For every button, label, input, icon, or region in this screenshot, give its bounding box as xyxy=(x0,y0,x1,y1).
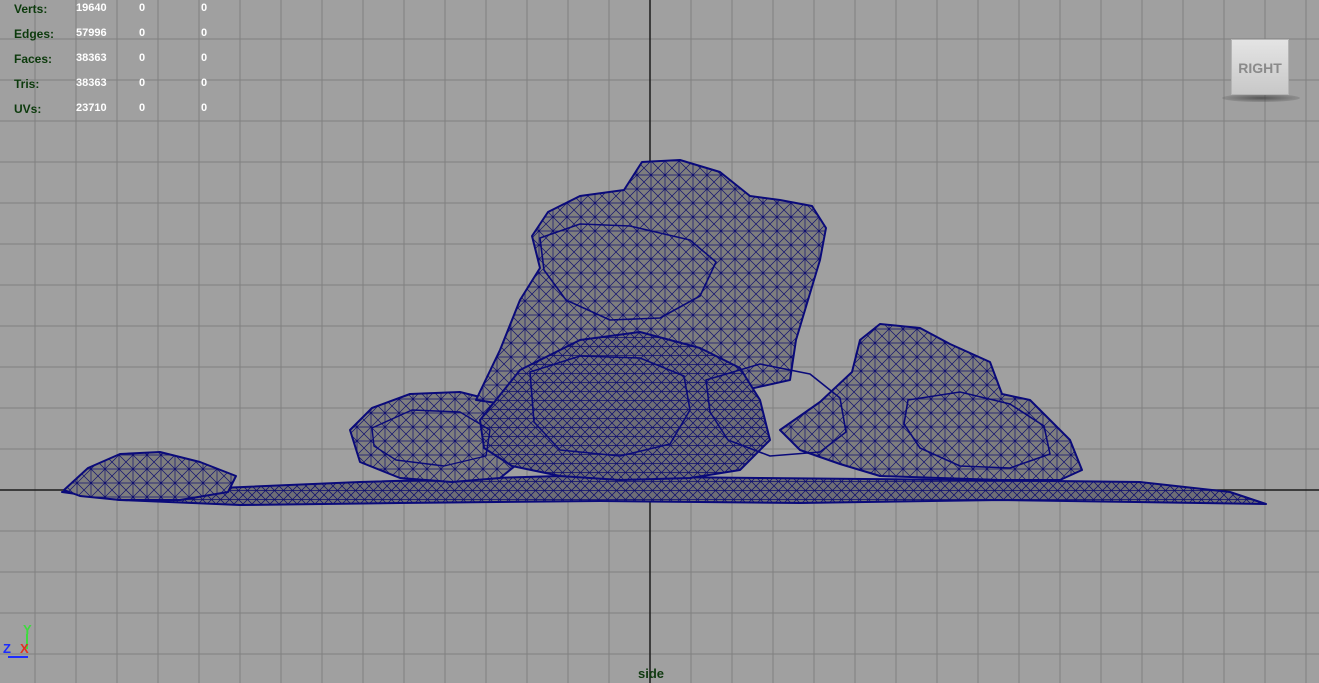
view-cube-shadow xyxy=(1222,94,1300,102)
axis-y-label: Y xyxy=(23,622,32,637)
hud-value: 0 xyxy=(139,102,146,114)
hud-label: Verts: xyxy=(14,2,48,16)
hud-value: 38363 xyxy=(76,52,107,64)
hud-row: Verts: 19640 0 0 xyxy=(0,0,230,25)
hud-value: 0 xyxy=(139,2,146,14)
hud-value: 0 xyxy=(201,77,208,89)
hud-row: Faces: 38363 0 0 xyxy=(0,50,230,75)
hud-value: 0 xyxy=(139,27,146,39)
hud-row: UVs: 23710 0 0 xyxy=(0,100,230,125)
hud-value: 19640 xyxy=(76,2,107,14)
hud-value: 38363 xyxy=(76,77,107,89)
hud-value: 57996 xyxy=(76,27,107,39)
view-cube[interactable]: RIGHT xyxy=(1231,39,1289,95)
hud-value: 0 xyxy=(201,102,208,114)
axis-z-stem xyxy=(8,656,28,658)
hud-label: Tris: xyxy=(14,77,40,91)
camera-name-label: side xyxy=(638,666,665,681)
mesh-right-rock xyxy=(779,323,1083,481)
rock-mesh-wireframe[interactable] xyxy=(61,159,1267,506)
axis-gizmo: Y Z X xyxy=(0,620,40,660)
hud-value: 23710 xyxy=(76,102,107,114)
hud-row: Edges: 57996 0 0 xyxy=(0,25,230,50)
hud-value: 0 xyxy=(201,2,208,14)
hud-value: 0 xyxy=(139,77,146,89)
mesh-ground-slab xyxy=(61,475,1267,506)
hud-label: Edges: xyxy=(14,27,55,41)
view-cube-label: RIGHT xyxy=(1238,60,1282,76)
hud-value: 0 xyxy=(201,52,208,64)
hud-row: Tris: 38363 0 0 xyxy=(0,75,230,100)
mesh-left-rock xyxy=(63,451,237,501)
axis-x-label: X xyxy=(20,641,29,656)
hud-label: Faces: xyxy=(14,52,53,66)
hud-value: 0 xyxy=(201,27,208,39)
hud-value: 0 xyxy=(139,52,146,64)
axis-z-label: Z xyxy=(3,641,11,656)
hud-label: UVs: xyxy=(14,102,42,116)
viewport-side[interactable]: Verts: 19640 0 0 Edges: 57996 0 0 Faces: 38363 0 0 T… xyxy=(0,0,1319,683)
